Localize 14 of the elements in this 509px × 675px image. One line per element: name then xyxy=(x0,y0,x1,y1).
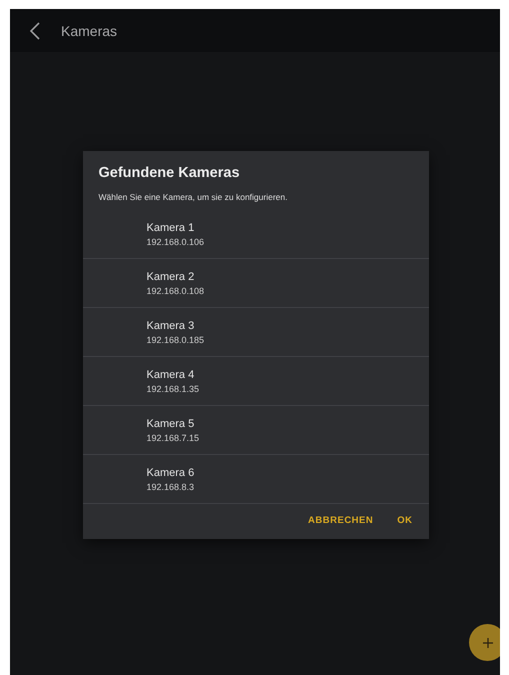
ok-button[interactable]: OK xyxy=(389,510,420,531)
camera-list-item[interactable]: Kamera 2 192.168.0.108 xyxy=(82,259,428,308)
screen-title: Kameras xyxy=(61,22,118,38)
camera-list-item[interactable]: Kamera 1 192.168.0.106 xyxy=(82,210,428,259)
camera-list-item[interactable]: Kamera 5 192.168.7.15 xyxy=(82,406,428,455)
cancel-button[interactable]: ABBRECHEN xyxy=(300,510,382,531)
camera-list-item[interactable]: Kamera 3 192.168.0.185 xyxy=(82,308,428,357)
camera-list-item[interactable]: Kamera 6 192.168.8.3 xyxy=(82,455,428,504)
back-icon[interactable] xyxy=(30,22,40,40)
plus-icon xyxy=(482,638,492,648)
camera-list-item[interactable]: Kamera 4 192.168.1.35 xyxy=(82,357,428,406)
dialog-title: Gefundene Kameras xyxy=(98,164,241,181)
dialog-message: Wählen Sie eine Kamera, um sie zu konfigurieren. xyxy=(98,191,288,204)
add-button[interactable] xyxy=(469,624,500,661)
